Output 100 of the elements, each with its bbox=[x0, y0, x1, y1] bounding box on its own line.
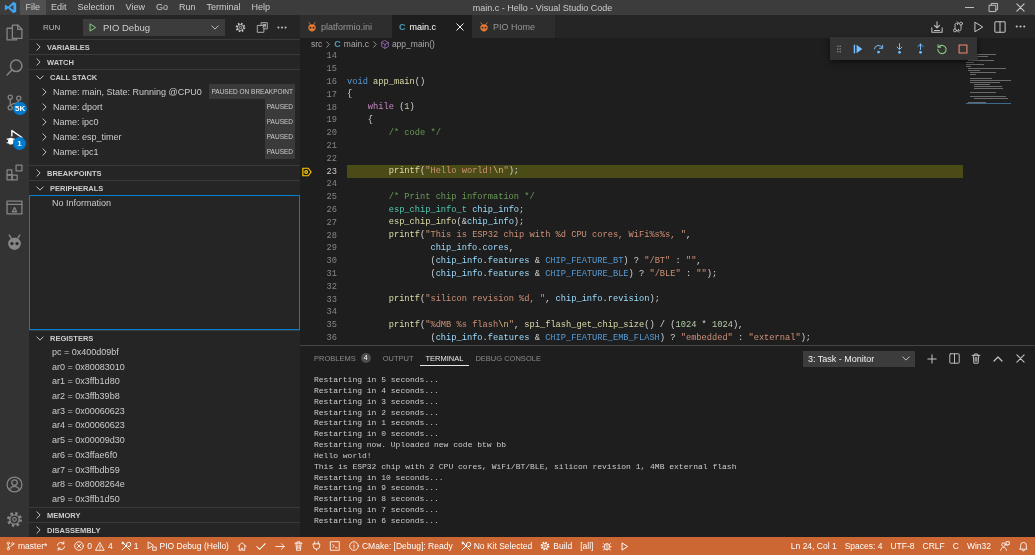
terminal-line: Restarting in 1 seconds... bbox=[314, 418, 440, 430]
console-icon[interactable] bbox=[257, 21, 268, 33]
feedback-icon[interactable] bbox=[999, 541, 1010, 551]
play-icon[interactable] bbox=[973, 20, 984, 33]
compare-icon[interactable] bbox=[951, 20, 964, 33]
terminal-dropdown[interactable]: 3: Task - Monitor bbox=[803, 350, 915, 367]
menu-item[interactable]: Go bbox=[150, 0, 174, 15]
line-number: 31 bbox=[325, 268, 337, 279]
continue-icon[interactable] bbox=[852, 43, 863, 54]
status-item[interactable]: PIO Debug (Hello) bbox=[142, 537, 233, 555]
register-item[interactable]: ar0 = 0x80083010 bbox=[29, 359, 300, 375]
plug-icon[interactable] bbox=[312, 541, 322, 551]
status-item[interactable]: [all] bbox=[576, 537, 598, 555]
code-line: printf("This is ESP32 chip with %d CPU cores, WiFi%s%s, ", bbox=[387, 229, 692, 242]
more-icon[interactable] bbox=[1015, 25, 1026, 28]
menu-item[interactable]: Run bbox=[173, 0, 201, 15]
register-item[interactable]: ar5 = 0x00009d30 bbox=[29, 433, 300, 448]
status-item[interactable]: 0 4 bbox=[70, 537, 117, 555]
register-item[interactable]: ar2 = 0x3ffb39b8 bbox=[29, 389, 300, 404]
step-out-icon[interactable] bbox=[917, 43, 924, 54]
search-icon[interactable] bbox=[6, 59, 23, 76]
status-item[interactable]: C bbox=[948, 537, 963, 555]
close-icon[interactable] bbox=[1015, 3, 1025, 12]
register-item[interactable]: ar9 = 0x3ffb1d50 bbox=[29, 491, 300, 507]
check-icon[interactable] bbox=[256, 542, 267, 550]
status-item[interactable]: Ln 24, Col 1 bbox=[786, 537, 841, 555]
split-editor-icon[interactable] bbox=[993, 20, 1006, 33]
account-icon[interactable] bbox=[6, 476, 23, 493]
line-number: 33 bbox=[325, 294, 337, 305]
menu-item[interactable]: File bbox=[20, 0, 46, 15]
tray-arrow-icon[interactable] bbox=[930, 20, 943, 33]
terminal-line: Hello world! bbox=[314, 450, 373, 462]
editor-tab[interactable]: platformio.ini bbox=[300, 15, 393, 38]
editor-tab[interactable]: C main.c bbox=[392, 15, 473, 38]
restore-icon[interactable] bbox=[988, 3, 998, 12]
register-item[interactable]: ar4 = 0x00060623 bbox=[29, 418, 300, 434]
status-item[interactable]: 1 bbox=[116, 537, 143, 555]
plus-icon[interactable] bbox=[927, 353, 937, 364]
status-item[interactable]: UTF-8 bbox=[886, 537, 919, 555]
window-icon[interactable] bbox=[6, 199, 23, 216]
configuration-dropdown[interactable]: PIO Debug bbox=[83, 18, 225, 36]
trash-icon[interactable] bbox=[971, 353, 981, 364]
more-icon[interactable] bbox=[277, 25, 287, 29]
editor-tab[interactable]: PIO Home bbox=[472, 15, 556, 38]
status-item[interactable]: CRLF bbox=[918, 537, 949, 555]
chevron-up-icon[interactable] bbox=[993, 355, 1003, 362]
breadcrumb-item[interactable]: src bbox=[311, 39, 323, 49]
terminal-line: Restarting in 3 seconds... bbox=[314, 396, 440, 408]
files-icon[interactable] bbox=[6, 24, 23, 41]
chevron-down-icon bbox=[902, 356, 910, 361]
restart-icon[interactable] bbox=[936, 43, 947, 54]
home-icon[interactable] bbox=[237, 541, 248, 551]
register-item[interactable]: ar6 = 0x3ffae6f0 bbox=[29, 447, 300, 463]
terminal-line: Restarting in 5 seconds... bbox=[314, 375, 440, 386]
code-line: (chip_info.features & CHIP_FEATURE_EMB_FLASH) ? "embedded" : "external"); bbox=[429, 331, 812, 345]
status-item[interactable]: No Kit Selected bbox=[456, 537, 537, 555]
step-over-icon[interactable] bbox=[873, 43, 884, 54]
status-item[interactable]: master* bbox=[2, 537, 52, 555]
register-item[interactable]: ar8 = 0x8008264e bbox=[29, 477, 300, 492]
bell-icon[interactable] bbox=[1018, 541, 1028, 551]
status-item[interactable]: Win32 bbox=[962, 537, 995, 555]
step-into-icon[interactable] bbox=[896, 43, 903, 54]
status-item[interactable]: Build bbox=[536, 537, 577, 555]
close-icon[interactable] bbox=[1015, 354, 1025, 363]
count-badge: 1 bbox=[13, 137, 26, 150]
play-bug-icon[interactable] bbox=[6, 129, 23, 146]
alien-icon[interactable] bbox=[6, 234, 23, 251]
register-item[interactable]: ar3 = 0x00060623 bbox=[29, 403, 300, 419]
menu-item[interactable]: Terminal bbox=[200, 0, 246, 15]
register-item[interactable]: ar1 = 0x3ffb1d80 bbox=[29, 374, 300, 390]
menu-item[interactable]: View bbox=[120, 0, 151, 15]
status-item[interactable]: Spaces: 4 bbox=[840, 537, 887, 555]
sync-icon[interactable] bbox=[55, 541, 66, 551]
arrow-right-icon[interactable] bbox=[275, 542, 286, 550]
settings-icon[interactable] bbox=[235, 21, 246, 33]
register-item[interactable]: ar7 = 0x3ffbdb59 bbox=[29, 462, 300, 478]
line-number: 34 bbox=[325, 307, 337, 318]
code-line: { bbox=[366, 114, 374, 127]
c-file-icon: C bbox=[334, 39, 341, 49]
split-icon[interactable] bbox=[948, 353, 960, 364]
status-item[interactable]: CMake: [Debug]: Ready bbox=[344, 537, 457, 555]
terminal-icon[interactable] bbox=[330, 541, 341, 551]
terminal-line: Restarting in 7 seconds... bbox=[314, 505, 440, 516]
menu-item[interactable]: Help bbox=[245, 0, 276, 15]
drag-handle-icon[interactable] bbox=[837, 44, 841, 53]
line-number: 28 bbox=[325, 230, 337, 241]
register-item[interactable]: pc = 0x400d09bf bbox=[29, 345, 300, 360]
line-number: 32 bbox=[325, 281, 337, 292]
empty-message: No Information bbox=[52, 198, 112, 208]
bug-icon[interactable] bbox=[601, 541, 612, 551]
menu-item[interactable]: Edit bbox=[45, 0, 73, 15]
menu-item[interactable]: Selection bbox=[72, 0, 121, 15]
line-number: 16 bbox=[325, 77, 337, 87]
breadcrumb-item[interactable]: C main.c bbox=[334, 39, 369, 49]
stop-icon[interactable] bbox=[957, 43, 968, 54]
breadcrumb-item[interactable]: app_main() bbox=[380, 39, 435, 49]
chevron-icon bbox=[326, 40, 331, 48]
minimize-icon[interactable] bbox=[964, 7, 974, 8]
minimap-drawing[interactable] bbox=[966, 54, 1011, 104]
extensions-icon[interactable] bbox=[6, 164, 23, 181]
